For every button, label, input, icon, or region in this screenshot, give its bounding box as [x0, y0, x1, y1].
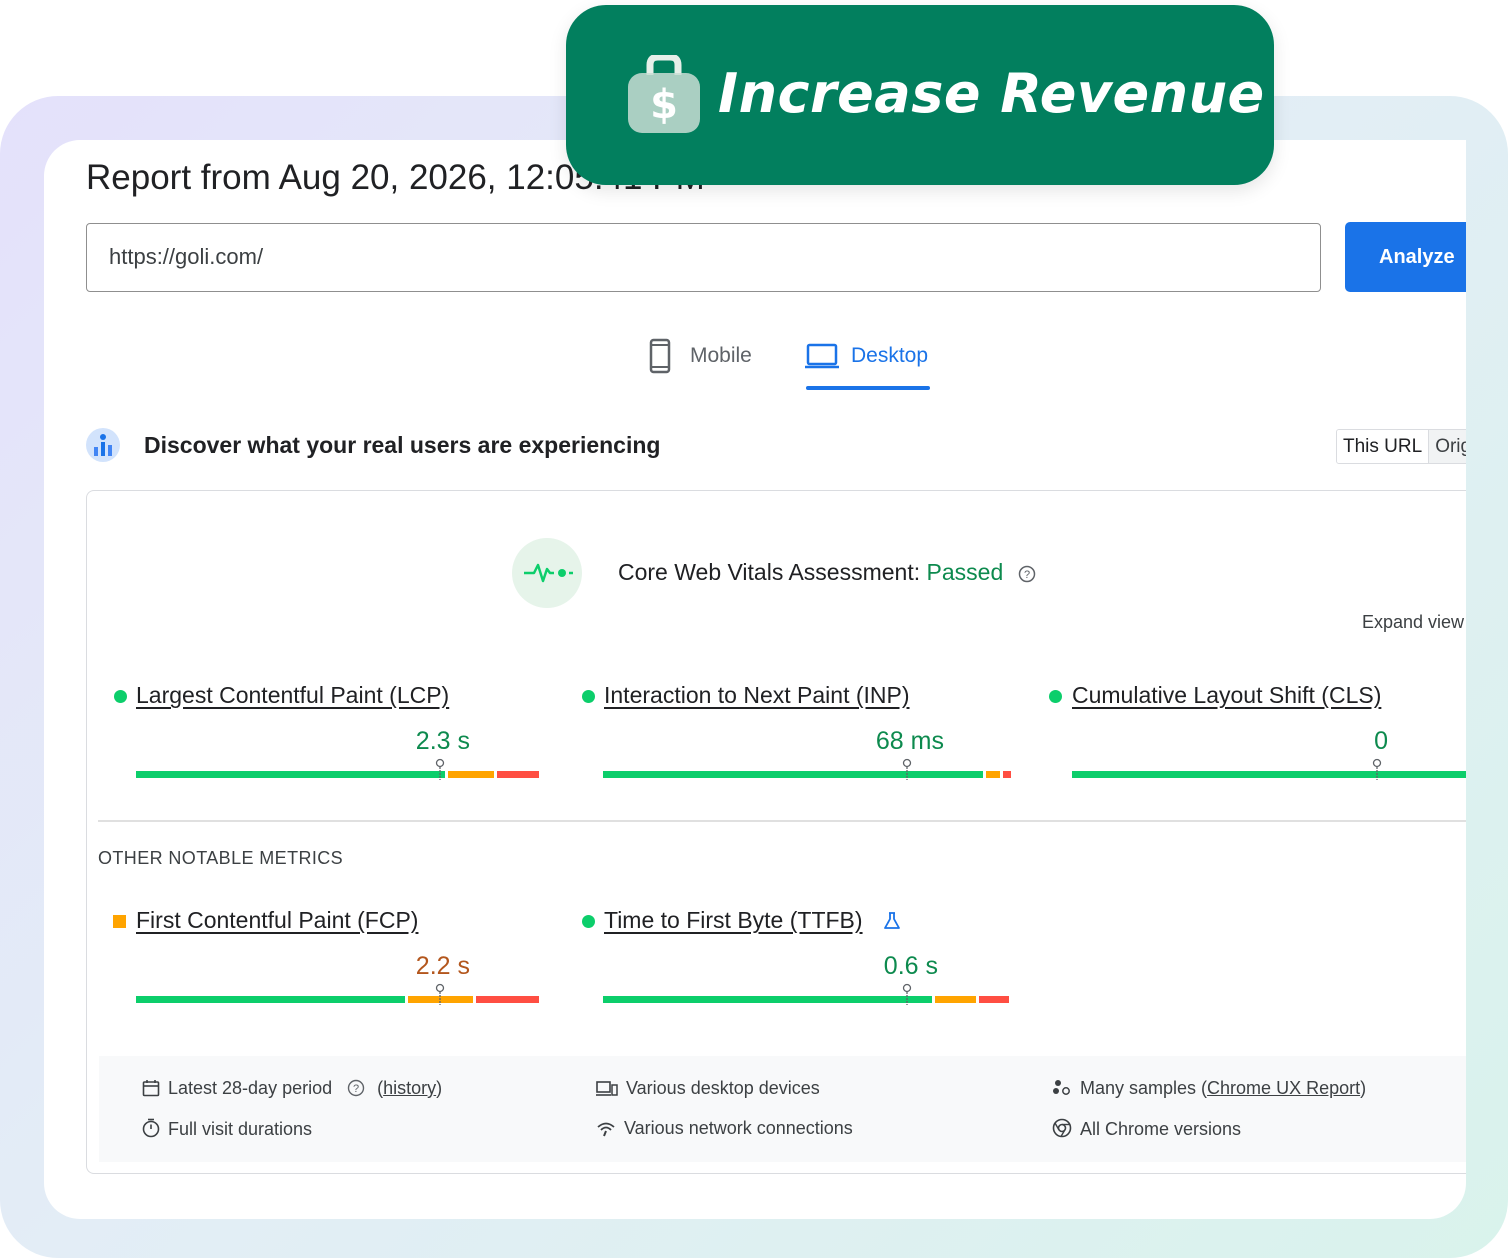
svg-text:?: ?	[1024, 569, 1030, 581]
footer-devices: Various desktop devices	[596, 1078, 820, 1099]
devices-icon	[596, 1081, 618, 1096]
footer-period: Latest 28-day period ? (history)	[142, 1078, 442, 1099]
footer-durations: Full visit durations	[142, 1118, 312, 1140]
footer-network-text: Various network connections	[624, 1118, 853, 1138]
metric-inp-bar	[603, 771, 1011, 778]
chrome-ux-report-link[interactable]: Chrome UX Report	[1207, 1078, 1360, 1098]
dollar-bag-icon: $	[628, 55, 700, 133]
url-input[interactable]: https://goli.com/	[86, 223, 1321, 292]
metric-lcp-value: 2.3 s	[415, 727, 470, 755]
calendar-icon	[142, 1080, 160, 1097]
toggle-origin[interactable]: Origin	[1429, 430, 1466, 463]
metric-lcp-title[interactable]: Largest Contentful Paint (LCP)	[136, 682, 449, 709]
metric-ttfb-title[interactable]: Time to First Byte (TTFB)	[604, 907, 863, 934]
metric-fcp-title[interactable]: First Contentful Paint (FCP)	[136, 907, 418, 934]
tab-mobile-label: Mobile	[690, 344, 752, 367]
needs-improvement-square	[113, 915, 126, 928]
good-status-dot	[114, 690, 127, 703]
footer-network: Various network connections	[596, 1118, 853, 1139]
metric-ttfb-value: 0.6 s	[883, 952, 938, 980]
footer-versions: All Chrome versions	[1052, 1118, 1241, 1140]
metric-cls-title[interactable]: Cumulative Layout Shift (CLS)	[1072, 682, 1381, 709]
tab-mobile[interactable]: Mobile	[648, 336, 768, 396]
metric-lcp-bar	[136, 771, 542, 778]
other-metrics-heading: OTHER NOTABLE METRICS	[98, 848, 344, 868]
metric-ttfb-bar	[603, 996, 1011, 1003]
section-divider	[98, 820, 1466, 822]
metric-fcp-bar	[136, 996, 542, 1003]
history-link[interactable]: history	[383, 1078, 436, 1098]
url-origin-toggle: This URL Origin	[1336, 429, 1466, 464]
tab-desktop-label: Desktop	[851, 344, 929, 367]
network-signal-icon	[597, 1122, 615, 1137]
svg-text:$: $	[650, 82, 678, 128]
metric-cls-bar	[1072, 771, 1466, 778]
discover-heading: Discover what your real users are experi…	[144, 432, 661, 458]
active-tab-indicator	[806, 386, 930, 390]
inp-percentile-marker	[902, 758, 912, 780]
lcp-percentile-marker	[435, 758, 445, 780]
help-icon[interactable]: ?	[347, 1079, 365, 1097]
good-status-dot	[582, 690, 595, 703]
vitals-pulse-icon	[512, 538, 582, 608]
phone-icon	[649, 338, 671, 374]
cls-percentile-marker	[1372, 758, 1382, 780]
expand-view-link[interactable]: Expand view	[1362, 612, 1464, 633]
fcp-percentile-marker	[435, 983, 445, 1005]
metric-fcp-value: 2.2 s	[415, 952, 470, 980]
laptop-icon	[805, 343, 839, 369]
metric-cls-value: 0	[1374, 727, 1388, 755]
good-status-dot	[582, 915, 595, 928]
cwv-status: Passed	[926, 559, 1004, 585]
footer-samples-suffix: )	[1360, 1078, 1367, 1098]
footer-versions-text: All Chrome versions	[1080, 1119, 1242, 1139]
experimental-flask-icon	[884, 912, 900, 929]
ttfb-percentile-marker	[902, 983, 912, 1005]
metric-inp-title[interactable]: Interaction to Next Paint (INP)	[604, 682, 910, 709]
footer-period-text: Latest 28-day period	[168, 1078, 333, 1098]
help-icon[interactable]: ?	[1018, 565, 1036, 583]
samples-dots-icon	[1053, 1080, 1070, 1095]
footer-samples: Many samples (Chrome UX Report)	[1052, 1078, 1366, 1099]
footer-devices-text: Various desktop devices	[626, 1078, 820, 1098]
toggle-this-url[interactable]: This URL	[1337, 430, 1430, 463]
users-chart-icon	[86, 428, 120, 462]
svg-text:?: ?	[353, 1083, 359, 1095]
footer-durations-text: Full visit durations	[168, 1119, 313, 1139]
footer-samples-prefix: Many samples (	[1080, 1078, 1208, 1098]
pagespeed-card: Report from Aug 20, 2026, 12:05:41 PM ht…	[44, 140, 1466, 1219]
cwv-assessment: Core Web Vitals Assessment: Passed ?	[618, 559, 1036, 586]
good-status-dot	[1049, 690, 1062, 703]
stopwatch-icon	[142, 1118, 160, 1138]
analyze-button[interactable]: Analyze	[1345, 222, 1466, 292]
data-context-footer: Latest 28-day period ? (history) Full vi…	[99, 1056, 1466, 1162]
cwv-label: Core Web Vitals Assessment:	[618, 559, 927, 585]
badge-label: Increase Revenue	[718, 62, 1265, 125]
metric-inp-value: 68 ms	[875, 727, 944, 755]
chrome-logo-icon	[1052, 1118, 1072, 1138]
